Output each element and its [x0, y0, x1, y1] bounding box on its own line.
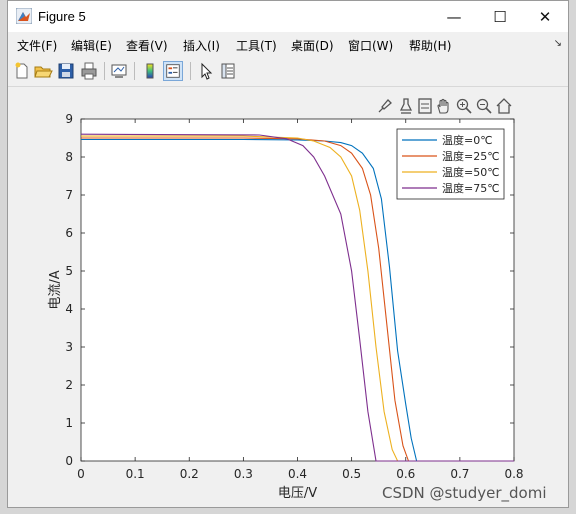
y-tick-label: 4	[65, 302, 73, 316]
y-tick-label: 1	[65, 416, 73, 430]
window-title: Figure 5	[38, 9, 86, 24]
legend-icon[interactable]	[163, 61, 183, 81]
x-tick-label: 0	[77, 467, 85, 481]
x-tick-label: 0.1	[126, 467, 145, 481]
y-tick-label: 3	[65, 340, 73, 354]
menu-bar: 文件(F) 编辑(E) 查看(V) 插入(I) 工具(T) 桌面(D) 窗口(W…	[8, 32, 568, 56]
menu-tools[interactable]: 工具(T)	[236, 37, 277, 54]
toolbar-separator	[104, 62, 105, 80]
minimize-button[interactable]: —	[431, 1, 477, 32]
menu-help[interactable]: 帮助(H)	[409, 37, 451, 54]
x-tick-label: 0.3	[234, 467, 253, 481]
plot-area: 0 0.1 0.2 0.3 0.4 0.5 0.6 0.7 0.8 0 1 2 3 4 5 6 7 8 9 电压/V…	[48, 112, 524, 501]
legend[interactable]: 温度=0℃ 温度=25℃ 温度=50℃ 温度=75℃	[396, 128, 505, 200]
maximize-icon: ☐	[493, 7, 507, 26]
pointer-icon[interactable]	[196, 61, 216, 81]
matlab-icon	[16, 8, 32, 24]
new-figure-icon[interactable]	[12, 61, 32, 81]
figure-canvas: 0 0.1 0.2 0.3 0.4 0.5 0.6 0.7 0.8 0 1 2 3 4 5 6 7 8 9 电压/V…	[8, 87, 568, 507]
legend-label: 温度=75℃	[442, 181, 500, 195]
save-icon[interactable]	[56, 61, 76, 81]
open-file-icon[interactable]	[33, 61, 53, 81]
figure-toolbar	[8, 56, 568, 87]
close-icon: ✕	[538, 7, 552, 26]
x-tick-label: 0.2	[180, 467, 199, 481]
x-tick-label: 0.4	[288, 467, 307, 481]
menu-dock-arrow-icon[interactable]: ↘	[554, 38, 562, 49]
property-inspector-icon[interactable]	[218, 61, 238, 81]
x-tick-label: 0.7	[450, 467, 469, 481]
y-tick-label: 6	[65, 226, 73, 240]
x-axis-label: 电压/V	[278, 486, 317, 501]
menu-view[interactable]: 查看(V)	[126, 37, 168, 54]
figure-window: Figure 5 — ☐ ✕ 文件(F) 编辑(E) 查看(V) 插入(I) 工…	[7, 0, 569, 508]
y-axis-label: 电流/A	[48, 270, 63, 309]
menu-edit[interactable]: 编辑(E)	[71, 37, 112, 54]
menu-file[interactable]: 文件(F)	[17, 37, 57, 54]
y-tick-label: 0	[65, 454, 73, 468]
x-tick-label: 0.5	[342, 467, 361, 481]
print-icon[interactable]	[79, 61, 99, 81]
x-tick-label: 0.8	[504, 467, 523, 481]
minimize-icon: —	[446, 7, 462, 26]
title-bar[interactable]: Figure 5 — ☐ ✕	[8, 1, 568, 32]
x-tick-label: 0.6	[396, 467, 415, 481]
menu-insert[interactable]: 插入(I)	[183, 37, 220, 54]
y-tick-label: 5	[65, 264, 73, 278]
y-tick-label: 7	[65, 188, 73, 202]
legend-label: 温度=25℃	[442, 149, 500, 163]
y-tick-label: 8	[65, 150, 73, 164]
legend-label: 温度=50℃	[442, 165, 500, 179]
maximize-button[interactable]: ☐	[477, 1, 523, 32]
y-tick-label: 2	[65, 378, 73, 392]
legend-label: 温度=0℃	[442, 133, 493, 147]
toolbar-separator	[134, 62, 135, 80]
watermark: CSDN @studyer_domi	[382, 484, 547, 502]
link-plot-icon[interactable]	[109, 61, 129, 81]
menu-window[interactable]: 窗口(W)	[348, 37, 393, 54]
toolbar-separator	[190, 62, 191, 80]
close-button[interactable]: ✕	[522, 1, 568, 32]
menu-desktop[interactable]: 桌面(D)	[291, 37, 334, 54]
colorbar-icon[interactable]	[140, 61, 160, 81]
y-tick-label: 9	[65, 112, 73, 126]
